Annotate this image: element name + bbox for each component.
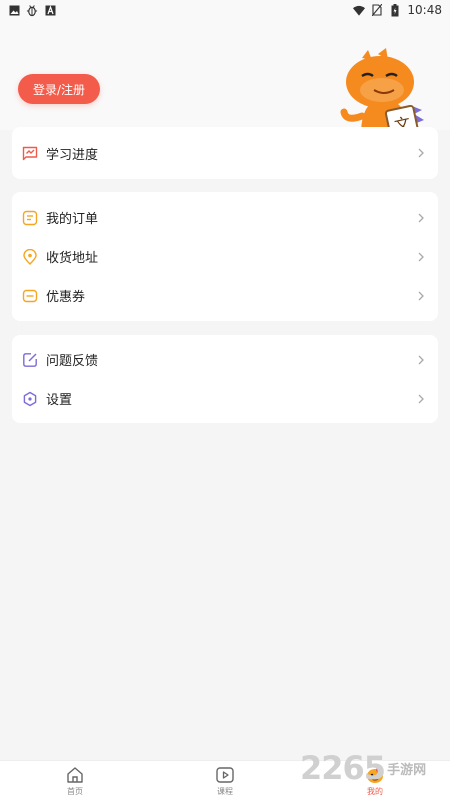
menu-item-feedback[interactable]: 问题反馈 bbox=[12, 340, 438, 379]
no-sim-icon bbox=[371, 4, 383, 16]
login-register-button[interactable]: 登录/注册 bbox=[18, 74, 100, 104]
menu-item-label: 我的订单 bbox=[46, 212, 99, 227]
watermark-number: 2265 bbox=[300, 749, 386, 787]
menu-item-coupons[interactable]: 优惠券 bbox=[12, 276, 438, 315]
status-left bbox=[8, 4, 56, 16]
chevron-right-icon bbox=[416, 291, 426, 301]
chevron-right-icon bbox=[416, 213, 426, 223]
status-right: 10:48 bbox=[353, 3, 442, 17]
tab-label: 课程 bbox=[217, 786, 233, 796]
menu-group-learning: 学习进度 bbox=[12, 127, 438, 179]
progress-chart-icon bbox=[22, 145, 38, 161]
menu-item-label: 问题反馈 bbox=[46, 354, 99, 369]
chevron-right-icon bbox=[416, 355, 426, 365]
menu-item-shipping-address[interactable]: 收货地址 bbox=[12, 237, 438, 276]
chevron-right-icon bbox=[416, 394, 426, 404]
tab-courses[interactable]: 课程 bbox=[150, 761, 300, 800]
image-icon bbox=[8, 4, 20, 16]
settings-icon bbox=[22, 391, 38, 407]
chevron-right-icon bbox=[416, 252, 426, 262]
text-a-icon bbox=[44, 4, 56, 16]
site-watermark: 2265 手游网 bbox=[300, 748, 448, 788]
menu-item-label: 学习进度 bbox=[46, 147, 99, 163]
tab-label: 首页 bbox=[67, 786, 83, 796]
status-bar: 10:48 bbox=[0, 0, 450, 20]
menu-item-my-orders[interactable]: 我的订单 bbox=[12, 198, 438, 237]
menu-item-settings[interactable]: 设置 bbox=[12, 379, 438, 418]
menu-item-label: 收货地址 bbox=[46, 251, 99, 266]
status-time: 10:48 bbox=[407, 3, 442, 17]
tab-home[interactable]: 首页 bbox=[0, 761, 150, 800]
menu-item-label: 设置 bbox=[46, 393, 73, 408]
menu-item-study-progress[interactable]: 学习进度 bbox=[12, 127, 438, 179]
chevron-right-icon bbox=[416, 148, 426, 158]
profile-header: 登录/注册 文 bbox=[0, 20, 450, 150]
home-icon bbox=[65, 765, 85, 785]
menu-group-support: 问题反馈 设置 bbox=[12, 335, 438, 423]
coupon-icon bbox=[22, 288, 38, 304]
wifi-icon bbox=[353, 4, 366, 16]
bug-icon bbox=[26, 4, 38, 16]
menu-group-orders: 我的订单 收货地址 优惠券 bbox=[12, 192, 438, 321]
location-pin-icon bbox=[22, 248, 38, 265]
menu-item-label: 优惠券 bbox=[46, 290, 86, 305]
battery-icon bbox=[389, 3, 401, 16]
watermark-text: 手游网 bbox=[387, 762, 427, 778]
feedback-edit-icon bbox=[22, 352, 38, 368]
order-list-icon bbox=[22, 210, 38, 226]
play-video-icon bbox=[215, 765, 235, 785]
